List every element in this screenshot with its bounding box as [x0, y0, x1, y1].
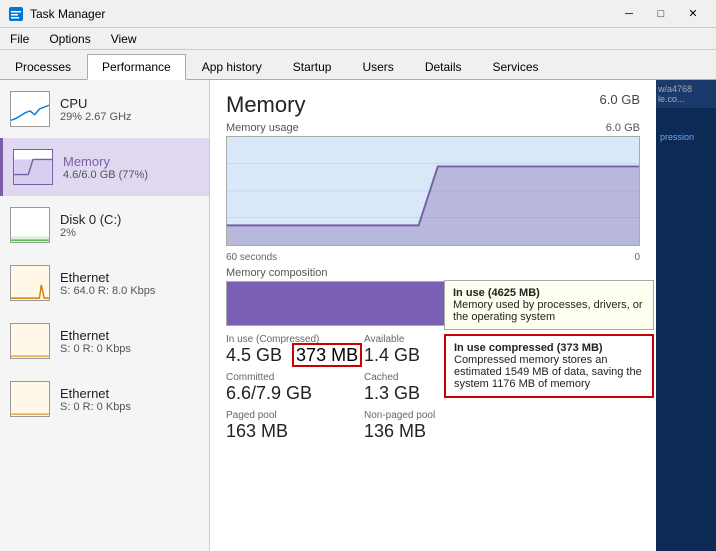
- sidebar-item-cpu[interactable]: CPU 29% 2.67 GHz: [0, 80, 209, 138]
- stat-non-paged-pool: Non-paged pool 136 MB: [364, 410, 502, 442]
- sidebar-item-memory[interactable]: Memory 4.6/6.0 GB (77%): [0, 138, 209, 196]
- menu-bar: File Options View: [0, 28, 716, 50]
- title-bar-title: Task Manager: [30, 7, 614, 21]
- title-bar-controls: ─ □ ✕: [614, 4, 708, 24]
- ethernet1-info: Ethernet S: 64.0 R: 8.0 Kbps: [60, 270, 199, 297]
- right-panel-content: pression: [656, 108, 716, 551]
- restore-button[interactable]: □: [646, 4, 676, 24]
- disk-mini-graph: [10, 207, 50, 243]
- memory-usage-chart: [226, 136, 640, 246]
- detail-header: Memory 6.0 GB: [226, 92, 640, 118]
- tab-bar: Processes Performance App history Startu…: [0, 50, 716, 80]
- menu-view[interactable]: View: [101, 28, 147, 49]
- memory-usage-section: Memory usage 6.0 GB: [226, 122, 640, 246]
- tab-startup[interactable]: Startup: [278, 53, 347, 79]
- disk-info: Disk 0 (C:) 2%: [60, 212, 199, 239]
- stat-committed: Committed 6.6/7.9 GB: [226, 372, 364, 404]
- right-panel-text: pression: [660, 132, 712, 142]
- minimize-button[interactable]: ─: [614, 4, 644, 24]
- close-button[interactable]: ✕: [678, 4, 708, 24]
- sidebar: CPU 29% 2.67 GHz Memory 4.6/6.0 GB (77%): [0, 80, 210, 551]
- compressed-value: 373 MB: [292, 343, 362, 367]
- ethernet1-name: Ethernet: [60, 270, 199, 285]
- sidebar-item-ethernet1[interactable]: Ethernet S: 64.0 R: 8.0 Kbps: [0, 254, 209, 312]
- ethernet2-sub: S: 0 R: 0 Kbps: [60, 343, 199, 355]
- menu-file[interactable]: File: [0, 28, 39, 49]
- cpu-info: CPU 29% 2.67 GHz: [60, 96, 199, 123]
- detail-title: Memory: [226, 92, 305, 118]
- tab-app-history[interactable]: App history: [187, 53, 277, 79]
- memory-name: Memory: [63, 154, 199, 169]
- stat-paged-pool: Paged pool 163 MB: [226, 410, 364, 442]
- title-bar: Task Manager ─ □ ✕: [0, 0, 716, 28]
- disk-sub: 2%: [60, 227, 199, 239]
- tooltip-container: In use (4625 MB) Memory used by processe…: [444, 280, 654, 402]
- ethernet2-name: Ethernet: [60, 328, 199, 343]
- ethernet1-sub: S: 64.0 R: 8.0 Kbps: [60, 285, 199, 297]
- tab-users[interactable]: Users: [347, 53, 408, 79]
- main-content: CPU 29% 2.67 GHz Memory 4.6/6.0 GB (77%): [0, 80, 716, 551]
- menu-options[interactable]: Options: [39, 28, 100, 49]
- tab-details[interactable]: Details: [410, 53, 477, 79]
- sidebar-item-ethernet3[interactable]: Ethernet S: 0 R: 0 Kbps: [0, 370, 209, 428]
- ethernet3-mini-graph: [10, 381, 50, 417]
- memory-sub: 4.6/6.0 GB (77%): [63, 169, 199, 181]
- stat-in-use: In use (Compressed) 4.5 GB 373 MB: [226, 334, 364, 366]
- disk-name: Disk 0 (C:): [60, 212, 199, 227]
- ethernet3-info: Ethernet S: 0 R: 0 Kbps: [60, 386, 199, 413]
- memory-info: Memory 4.6/6.0 GB (77%): [63, 154, 199, 181]
- ethernet2-info: Ethernet S: 0 R: 0 Kbps: [60, 328, 199, 355]
- memory-usage-label: Memory usage 6.0 GB: [226, 122, 640, 134]
- app-icon: [8, 6, 24, 22]
- ethernet2-mini-graph: [10, 323, 50, 359]
- composition-label: Memory composition: [226, 267, 640, 279]
- tooltip-in-use: In use (4625 MB) Memory used by processe…: [444, 280, 654, 330]
- ethernet3-sub: S: 0 R: 0 Kbps: [60, 401, 199, 413]
- cpu-sub: 29% 2.67 GHz: [60, 111, 199, 123]
- tab-processes[interactable]: Processes: [0, 53, 86, 79]
- ethernet3-name: Ethernet: [60, 386, 199, 401]
- tooltip-compressed: In use compressed (373 MB) Compressed me…: [444, 334, 654, 398]
- detail-total: 6.0 GB: [600, 92, 640, 107]
- tab-performance[interactable]: Performance: [87, 54, 186, 80]
- memory-mini-graph: [13, 149, 53, 185]
- cpu-mini-graph: [10, 91, 50, 127]
- cpu-name: CPU: [60, 96, 199, 111]
- detail-panel: Memory 6.0 GB Memory usage 6.0 GB: [210, 80, 656, 551]
- ethernet1-mini-graph: [10, 265, 50, 301]
- right-panel: w/a4768 le.co... pression: [656, 80, 716, 551]
- sidebar-item-disk[interactable]: Disk 0 (C:) 2%: [0, 196, 209, 254]
- tab-services[interactable]: Services: [478, 53, 554, 79]
- right-panel-url: w/a4768 le.co...: [656, 80, 716, 108]
- sidebar-item-ethernet2[interactable]: Ethernet S: 0 R: 0 Kbps: [0, 312, 209, 370]
- chart-time-label: 60 seconds 0: [226, 252, 640, 263]
